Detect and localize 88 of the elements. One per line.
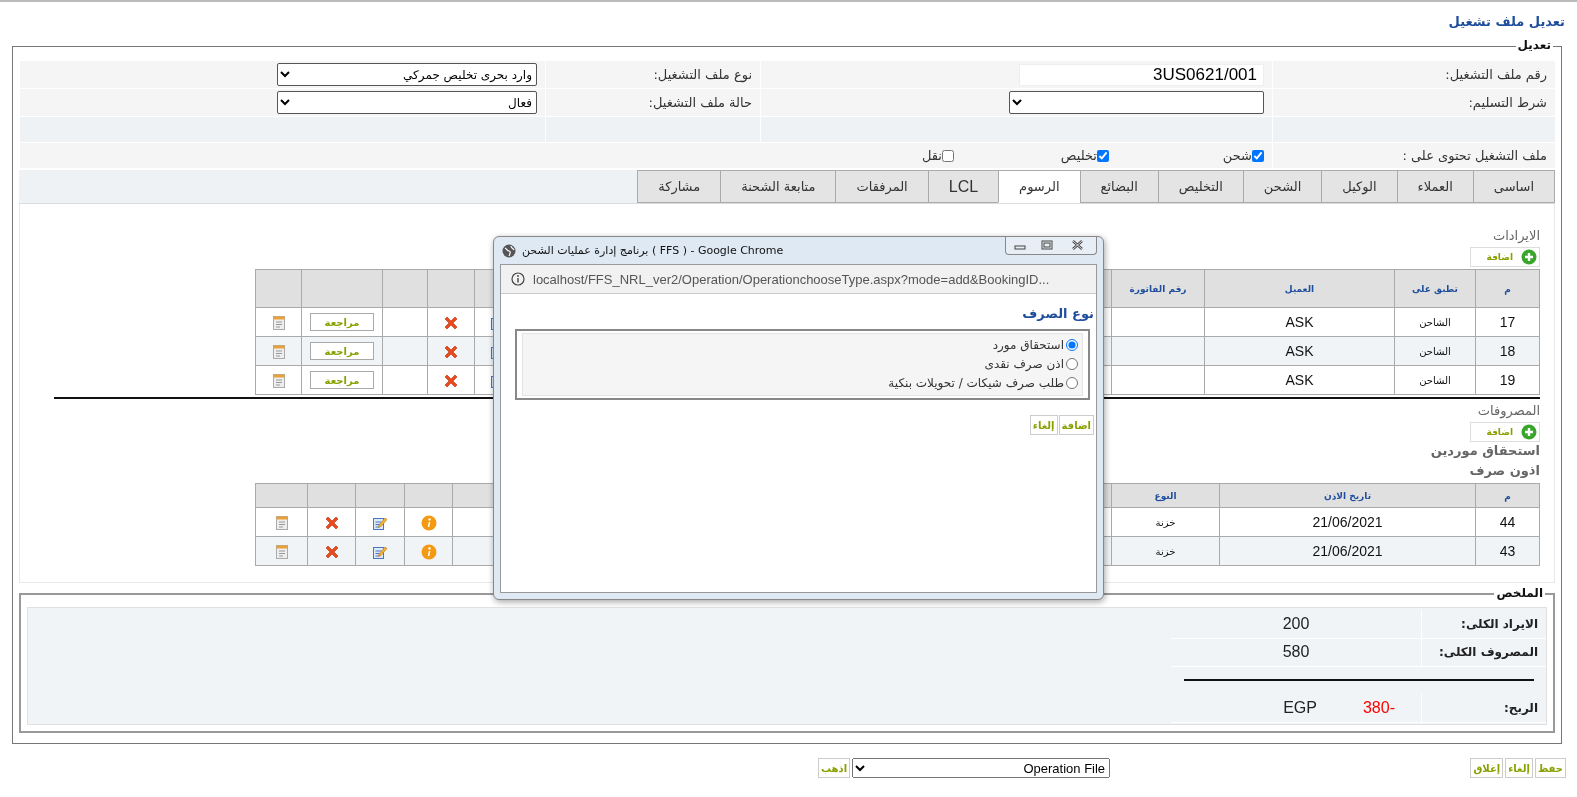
table-cell: ASK: [1204, 307, 1395, 337]
checkbox[interactable]: [1097, 149, 1109, 162]
table-cell: الشاحن: [1394, 307, 1476, 337]
tab[interactable]: اساسى: [1472, 170, 1555, 203]
info-icon: [511, 272, 525, 286]
tab[interactable]: مشاركة: [637, 170, 721, 203]
plus-icon[interactable]: [1521, 424, 1537, 440]
summary-value: 200: [1282, 614, 1310, 633]
field-label: نوع ملف التشغيل:: [653, 67, 752, 82]
column-header: تاريخ الاذن: [1219, 483, 1476, 508]
column-header: العميل: [1204, 269, 1395, 308]
summary-value: 580: [1282, 642, 1310, 661]
globe-icon: [502, 243, 516, 258]
info-icon[interactable]: [420, 543, 437, 560]
fieldset-legend: تعديل: [1515, 38, 1553, 52]
delete-icon[interactable]: [323, 514, 340, 531]
column-header: تطبق على: [1394, 269, 1476, 308]
plus-icon[interactable]: [1521, 249, 1537, 265]
table-cell: 21/06/2021: [1219, 507, 1476, 537]
table-cell: 17: [1475, 307, 1540, 337]
dialog-heading: نوع الصرف: [1021, 306, 1094, 323]
table-cell: 43: [1475, 536, 1540, 566]
tab[interactable]: الرسوم: [998, 170, 1080, 203]
tab[interactable]: الوكيل: [1321, 170, 1397, 203]
table-cell: خزنة: [1111, 507, 1220, 537]
document-icon[interactable]: [271, 314, 286, 331]
table-cell: ASK: [1204, 336, 1395, 366]
delete-icon[interactable]: [323, 543, 340, 560]
radio-button[interactable]: [1066, 376, 1078, 389]
table-cell: ASK: [1204, 365, 1395, 395]
document-icon[interactable]: [274, 514, 289, 531]
fieldset-legend: الملخص: [1494, 586, 1545, 600]
table-cell: 21/06/2021: [1219, 536, 1476, 566]
dropdown-field[interactable]: وارد بحرى تخليص جمركي: [277, 63, 537, 86]
delete-icon[interactable]: [443, 343, 459, 360]
summary-label: الايراد الكلى:: [1461, 616, 1538, 631]
tab[interactable]: متابعة الشحنة: [720, 170, 836, 203]
checkbox-label: شحن: [1222, 148, 1252, 163]
column-header: النوع: [1111, 483, 1220, 508]
window-title: برنامج إدارة عمليات الشحن ( FFS ) - Google Chrome: [522, 244, 785, 257]
radio-button[interactable]: [1066, 338, 1078, 351]
tab[interactable]: المرفقات: [835, 170, 928, 203]
table-cell: 19: [1475, 365, 1540, 395]
table-cell: 44: [1475, 507, 1540, 537]
currency-label: EGP: [1283, 698, 1317, 717]
section-title: الايرادات: [1492, 228, 1540, 245]
profit-value: -380: [1362, 698, 1395, 717]
radio-button[interactable]: [1066, 357, 1078, 370]
table-cell: الشاحن: [1394, 336, 1476, 366]
table-cell: الشاحن: [1394, 365, 1476, 395]
field-label: شرط التسليم:: [1468, 95, 1547, 110]
dropdown-field[interactable]: فعال: [277, 91, 537, 114]
table-cell: خزنة: [1111, 536, 1220, 566]
column-header: م: [1475, 483, 1540, 508]
section-subtitle: استحقاق موردين: [1430, 443, 1540, 460]
document-icon[interactable]: [271, 372, 286, 389]
checkbox[interactable]: [1252, 149, 1264, 162]
summary-label: الربح:: [1503, 700, 1538, 715]
column-header: رقم الفاتورة: [1111, 269, 1205, 308]
checkbox[interactable]: [942, 149, 954, 162]
document-icon[interactable]: [271, 343, 286, 360]
section-subtitle: اذون صرف: [1469, 463, 1540, 480]
tab[interactable]: LCL: [927, 170, 999, 203]
checkbox-label: نقل: [921, 148, 942, 163]
url-text: localhost/FFS_NRL_ver2/Operation/OperationchooseType.aspx?mode=add&BookingID...: [533, 271, 1050, 287]
document-icon[interactable]: [274, 543, 289, 560]
table-cell: 18: [1475, 336, 1540, 366]
column-header: م: [1475, 269, 1540, 308]
summary-label: المصروف الكلى:: [1439, 644, 1538, 659]
radio-label: طلب صرف شيكات / تحويلات بنكية: [888, 375, 1064, 390]
radio-label: استحقاق مورد: [992, 337, 1064, 352]
radio-label: اذن صرف نقدى: [984, 356, 1064, 371]
tab[interactable]: العملاء: [1396, 170, 1473, 203]
info-icon[interactable]: [420, 514, 437, 531]
section-title: المصروفات: [1477, 403, 1540, 421]
dropdown-field[interactable]: [1009, 91, 1264, 114]
tab[interactable]: البضائع: [1079, 170, 1158, 203]
field-label: حالة ملف التشغيل:: [648, 95, 752, 110]
field-label: رقم ملف التشغيل:: [1445, 67, 1547, 82]
delete-icon[interactable]: [443, 372, 459, 389]
tab[interactable]: التخليص: [1157, 170, 1243, 203]
tab[interactable]: الشحن: [1242, 170, 1322, 203]
delete-icon[interactable]: [443, 314, 459, 331]
page-title: تعديل ملف تشغيل: [1447, 13, 1566, 31]
field-label: ملف التشغيل تحتوى على :: [1402, 148, 1547, 163]
page-dropdown[interactable]: Operation File: [852, 758, 1111, 778]
checkbox-label: تخليص: [1060, 148, 1097, 163]
text-field[interactable]: 3US0621/001: [1019, 63, 1264, 86]
